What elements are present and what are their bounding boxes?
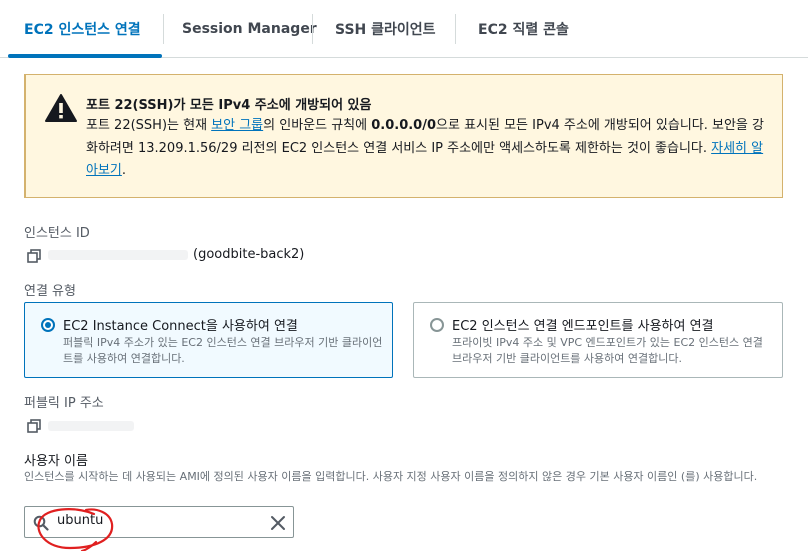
public-ip-label: 퍼블릭 IP 주소 (24, 396, 104, 411)
tab-session-manager[interactable]: Session Manager (182, 0, 317, 58)
tab-ec2-serial-console[interactable]: EC2 직렬 콘솔 (478, 0, 569, 58)
option-description: 퍼블릭 IPv4 주소가 있는 EC2 인스턴스 연결 브라우저 기반 클라이언… (63, 336, 383, 365)
alert-text: 의 인바운드 규칙에 (263, 118, 372, 133)
option-title: EC2 인스턴스 연결 엔드포인트를 사용하여 연결 (452, 319, 714, 334)
alert-title: 포트 22(SSH)가 모든 IPv4 주소에 개방되어 있음 (86, 98, 372, 113)
instance-name: (goodbite-back2) (193, 247, 305, 262)
tab-ec2-instance-connect[interactable]: EC2 인스턴스 연결 (24, 0, 141, 58)
copy-icon[interactable] (27, 249, 41, 263)
security-group-link[interactable]: 보안 그룹 (211, 118, 263, 133)
clear-icon[interactable] (270, 515, 286, 531)
alert-text: . (121, 163, 127, 178)
copy-icon[interactable] (27, 419, 41, 433)
username-input[interactable] (57, 513, 257, 528)
tab-divider (163, 14, 164, 44)
username-input-box[interactable] (24, 506, 294, 538)
connection-option-instance-connect[interactable]: EC2 Instance Connect을 사용하여 연결 퍼블릭 IPv4 주… (24, 302, 393, 378)
active-tab-indicator (8, 54, 162, 58)
option-description: 프라이빗 IPv4 주소 및 VPC 엔드포인트가 있는 EC2 인스턴스 연결… (452, 336, 763, 365)
warning-alert: 포트 22(SSH)가 모든 IPv4 주소에 개방되어 있음 포트 22(SS… (24, 74, 783, 198)
cidr-value: 0.0.0.0/0 (371, 118, 437, 133)
tab-divider (455, 14, 456, 44)
alert-text: 포트 22(SSH)는 현재 (86, 118, 212, 133)
radio-button[interactable] (430, 318, 444, 332)
search-icon (33, 515, 49, 531)
option-title: EC2 Instance Connect을 사용하여 연결 (63, 319, 298, 334)
connection-type-label: 연결 유형 (24, 284, 76, 299)
radio-button-selected[interactable] (41, 318, 55, 332)
username-help-text: 인스턴스를 시작하는 데 사용되는 AMI에 정의된 사용자 이름을 입력합니다… (24, 470, 758, 483)
warning-icon (45, 94, 77, 122)
redacted-instance-id (48, 250, 188, 260)
tab-divider (312, 14, 313, 44)
tab-ssh-client[interactable]: SSH 클라이언트 (335, 0, 436, 58)
instance-id-label: 인스턴스 ID (24, 226, 90, 241)
connection-option-endpoint[interactable]: EC2 인스턴스 연결 엔드포인트를 사용하여 연결 프라이빗 IPv4 주소 … (413, 302, 783, 378)
redacted-public-ip (48, 421, 134, 431)
alert-body: 포트 22(SSH)는 현재 보안 그룹의 인바운드 규칙에 0.0.0.0/0… (86, 115, 766, 183)
username-label: 사용자 이름 (24, 454, 88, 469)
tab-bar: EC2 인스턴스 연결 Session Manager SSH 클라이언트 EC… (0, 0, 808, 58)
